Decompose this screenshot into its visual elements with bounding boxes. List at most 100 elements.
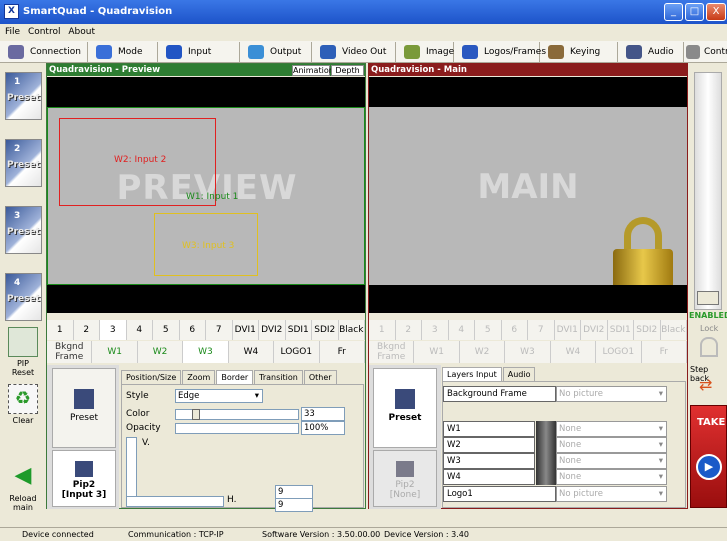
reload-main-button[interactable]: ◀ Reload main — [3, 462, 43, 512]
toolbar-control-button[interactable]: Control — [684, 42, 727, 62]
layer-handle[interactable] — [536, 453, 556, 469]
tab-position-size[interactable]: Position/Size — [121, 370, 182, 384]
input-button-sdi1[interactable]: SDI1 — [286, 320, 312, 340]
layer-select[interactable]: None — [556, 437, 667, 453]
preset-4-button[interactable]: 4 Preset — [5, 273, 42, 321]
tab-layers-input[interactable]: Layers Input — [442, 367, 502, 381]
layer-handle[interactable] — [536, 421, 556, 437]
main-letterbox-bottom — [369, 285, 687, 313]
tab-transition[interactable]: Transition — [254, 370, 303, 384]
toolbar-mode-button[interactable]: Mode — [88, 42, 158, 62]
input-button-4[interactable]: 4 — [127, 320, 153, 340]
toolbar-image-button[interactable]: Image — [396, 42, 454, 62]
toolbar-output-button[interactable]: Output — [240, 42, 312, 62]
properties-tabs: Position/Size Zoom Border Transition Oth… — [121, 370, 338, 384]
layer-handle[interactable] — [536, 469, 556, 485]
color-value-input[interactable]: 33 — [301, 407, 345, 421]
image-icon — [404, 45, 420, 59]
preset-number: 4 — [14, 278, 21, 288]
window-w3-button[interactable]: W3 — [183, 341, 229, 363]
logo1-button[interactable]: LOGO1 — [274, 341, 320, 363]
main-w1: W1 — [414, 341, 460, 363]
window-w3-frame[interactable]: W3: Input 3 — [154, 213, 258, 276]
close-button[interactable]: X — [706, 3, 726, 21]
main-input-row: 1 2 3 4 5 6 7 DVI1 DVI2 SDI1 SDI2 Black — [369, 320, 687, 340]
layer-label: W1 — [443, 421, 535, 437]
lock-icon[interactable] — [700, 337, 718, 357]
layer-select[interactable]: No picture — [556, 486, 667, 502]
slider-thumb[interactable] — [192, 409, 200, 420]
depth-tab[interactable]: Depth — [331, 65, 364, 76]
pip-reset-button[interactable]: PIP Reset — [3, 327, 43, 377]
input-button-black[interactable]: Black — [339, 320, 365, 340]
toolbar-connection-button[interactable]: Connection — [0, 42, 88, 62]
horizontal-slider[interactable] — [126, 496, 224, 507]
preset-2-button[interactable]: 2 Preset — [5, 139, 42, 187]
opacity-slider[interactable] — [175, 423, 299, 434]
layer-row-w4: W4 None — [443, 469, 668, 485]
toolbar-input-button[interactable]: Input — [158, 42, 240, 62]
layer-label: Background Frame — [443, 386, 556, 402]
h-value-input[interactable]: 9 — [275, 485, 313, 499]
style-select[interactable]: Edge ▾ — [175, 389, 263, 403]
input-button-dvi1[interactable]: DVI1 — [233, 320, 259, 340]
main-screen: MAIN — [369, 107, 687, 285]
status-device-version: Device Version : 3.40 — [384, 530, 469, 539]
input-button-5[interactable]: 5 — [153, 320, 180, 340]
opacity-value-input[interactable]: 100% — [301, 421, 345, 435]
toolbar-logos-frames-button[interactable]: Logos/Frames — [454, 42, 546, 62]
input-button-sdi2[interactable]: SDI2 — [312, 320, 339, 340]
mode-icon — [96, 45, 112, 59]
layer-select[interactable]: None — [556, 421, 667, 437]
input-button-1[interactable]: 1 — [47, 320, 74, 340]
layer-handle[interactable] — [536, 437, 556, 453]
minimize-button[interactable]: _ — [664, 3, 683, 21]
toolbar-label: Keying — [570, 47, 601, 57]
layer-select[interactable]: None — [556, 469, 667, 485]
tab-border[interactable]: Border — [216, 370, 254, 384]
preset-1-button[interactable]: 1 Preset — [5, 72, 42, 120]
preview-screen[interactable]: PREVIEW W2: Input 2 W1: Input 1 W3: Inpu… — [47, 107, 365, 285]
input-button-3[interactable]: 3 — [100, 320, 127, 340]
window-w4-button[interactable]: W4 — [229, 341, 275, 363]
toolbar-keying-button[interactable]: Keying — [540, 42, 618, 62]
preview-preset-button[interactable]: Preset — [52, 368, 116, 448]
window-w1-button[interactable]: W1 — [92, 341, 138, 363]
maximize-button[interactable]: □ — [685, 3, 704, 21]
take-button[interactable]: TAKE ▶ — [690, 405, 727, 508]
input-button-dvi2[interactable]: DVI2 — [259, 320, 286, 340]
toolbar-video-out-button[interactable]: Video Out — [312, 42, 396, 62]
color-slider[interactable] — [175, 409, 299, 420]
frame-button[interactable]: Fr — [320, 341, 365, 363]
control-icon — [686, 45, 700, 59]
tab-audio[interactable]: Audio — [502, 367, 536, 381]
menu-about[interactable]: About — [68, 27, 95, 37]
toolbar-audio-button[interactable]: Audio — [618, 42, 684, 62]
fader-handle[interactable] — [697, 291, 719, 305]
layer-select[interactable]: None — [556, 453, 667, 469]
main-preset-button[interactable]: Preset — [373, 368, 437, 448]
transition-fader[interactable] — [694, 72, 722, 310]
bkgnd-frame-button[interactable]: Bkgnd Frame — [47, 341, 93, 363]
menu-file[interactable]: File — [5, 27, 20, 37]
pip2-input3-button[interactable]: Pip2 [Input 3] — [52, 450, 116, 507]
tab-zoom[interactable]: Zoom — [182, 370, 216, 384]
tab-other[interactable]: Other — [303, 370, 337, 384]
menu-control[interactable]: Control — [28, 27, 61, 37]
step-back-icon[interactable]: ⇄ — [699, 377, 719, 393]
animation-tab[interactable]: Animation — [292, 65, 334, 76]
preset-label: Preset — [7, 294, 40, 304]
window-w2-button[interactable]: W2 — [138, 341, 184, 363]
preview-window-row: Bkgnd Frame W1 W2 W3 W4 LOGO1 Fr — [47, 341, 365, 363]
preset-3-button[interactable]: 3 Preset — [5, 206, 42, 254]
main-pip2-button: Pip2 [None] — [373, 450, 437, 507]
input-button-2[interactable]: 2 — [74, 320, 100, 340]
clear-button[interactable]: ♻ Clear — [3, 384, 43, 425]
input-button-6[interactable]: 6 — [180, 320, 206, 340]
pip-reset-label: PIP Reset — [11, 359, 35, 377]
connection-icon — [8, 45, 24, 59]
input-button-7[interactable]: 7 — [206, 320, 233, 340]
v-value-input[interactable]: 9 — [275, 498, 313, 512]
layer-select[interactable]: No picture — [556, 386, 667, 402]
preset-label: Preset — [7, 160, 40, 170]
